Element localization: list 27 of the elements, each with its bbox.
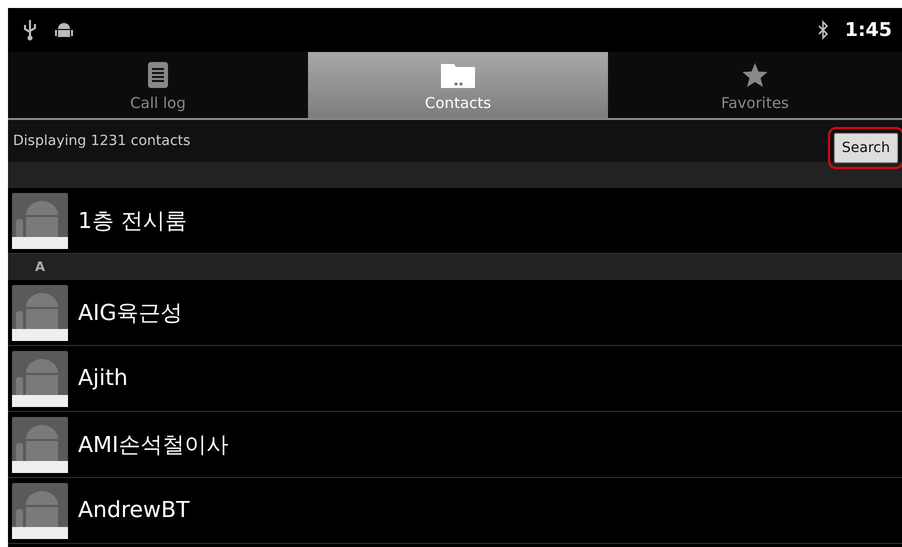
tab[interactable]: Contacts <box>308 52 608 118</box>
usb-icon <box>22 19 38 41</box>
clock-time: 1:45 <box>844 19 892 41</box>
star-icon <box>742 62 768 88</box>
avatar-icon <box>12 482 68 538</box>
contact-name: AIG육근성 <box>78 300 183 328</box>
contact-name: AndrewBT <box>78 498 190 523</box>
list-icon <box>148 62 168 88</box>
search-button[interactable]: Search <box>834 133 898 163</box>
tab[interactable]: Favorites <box>608 52 902 118</box>
contact-count: Displaying 1231 contacts <box>13 133 190 149</box>
bluetooth-icon <box>816 20 829 40</box>
avatar-icon <box>12 192 68 248</box>
contact-name: Ajith <box>78 366 128 391</box>
avatar-icon <box>12 416 68 472</box>
contact-name: 1층 전시룸 <box>78 208 187 236</box>
android-icon <box>54 20 74 40</box>
section-header: A <box>8 254 902 280</box>
contact-name: AMI손석철이사 <box>78 432 229 460</box>
contact-row[interactable]: AMI손석철이사 <box>8 412 902 478</box>
avatar-icon <box>12 284 68 340</box>
avatar-icon <box>12 350 68 406</box>
contact-row[interactable]: AndrewBT <box>8 478 902 544</box>
contact-row[interactable]: AIG육근성 <box>8 280 902 346</box>
tab[interactable]: Call log <box>8 52 308 118</box>
folder-icon <box>441 64 475 88</box>
contact-row[interactable]: Ajith <box>8 346 902 412</box>
